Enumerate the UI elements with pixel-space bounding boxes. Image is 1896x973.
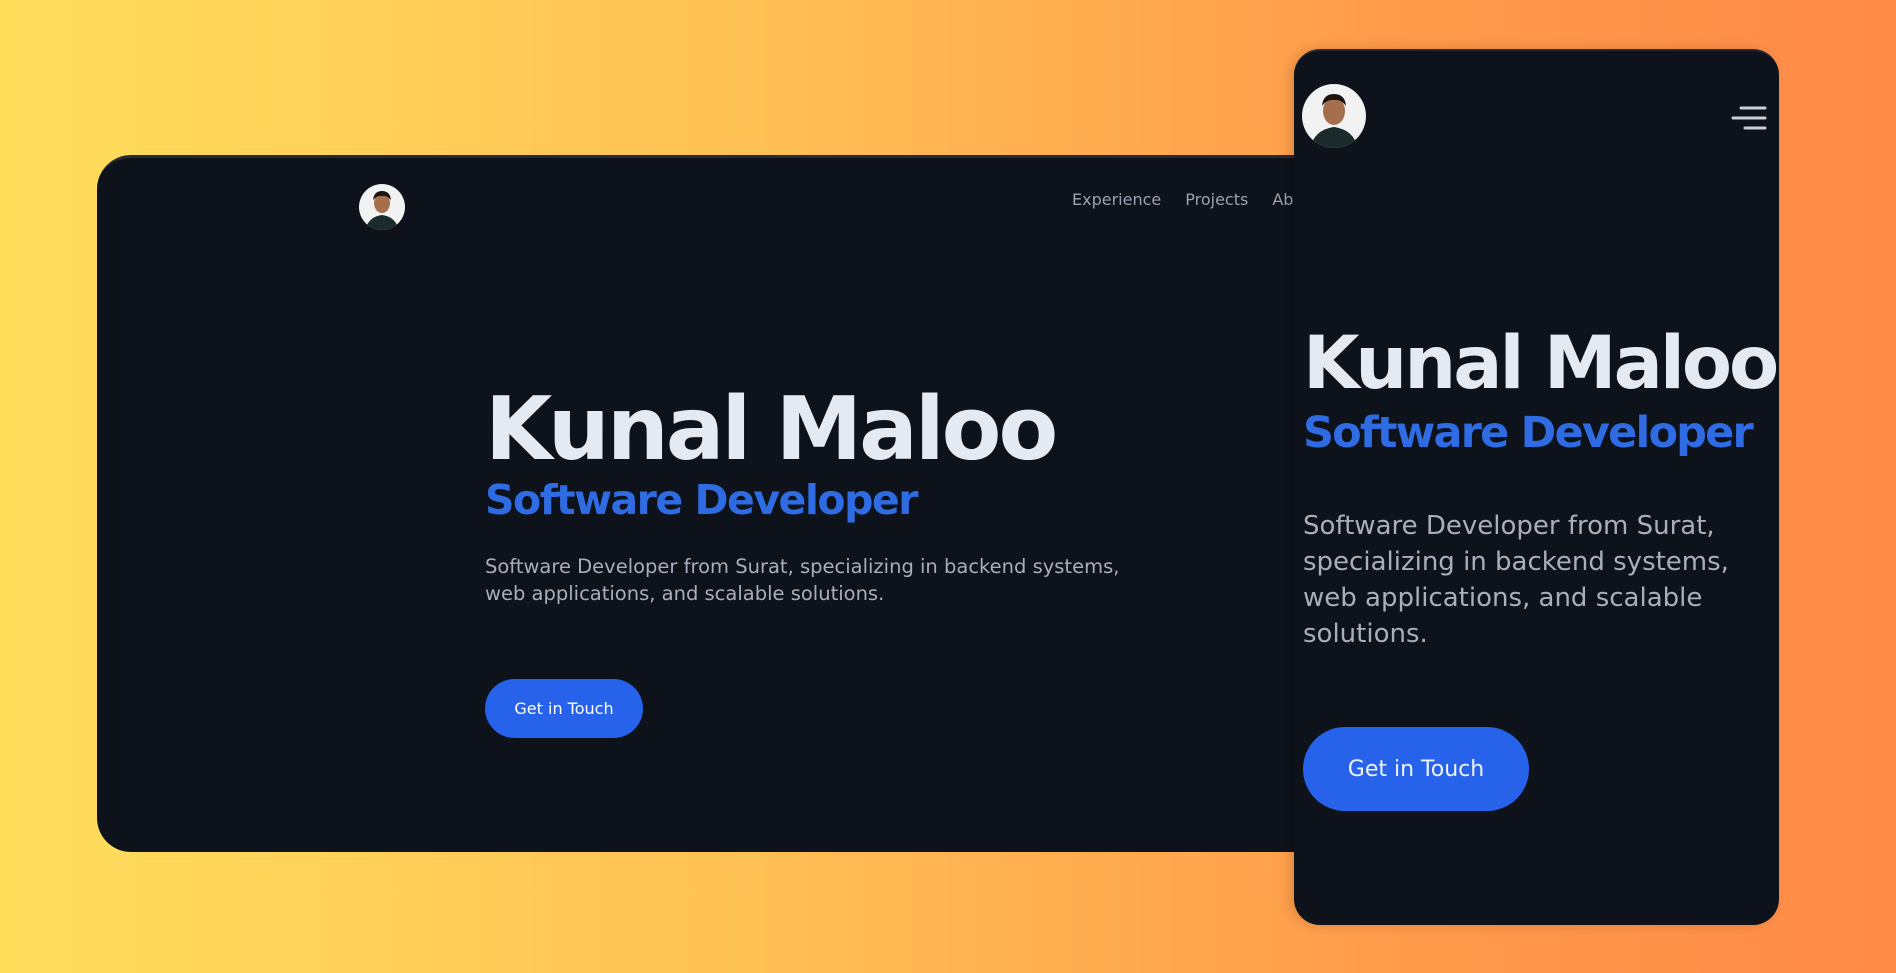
hero-section: Kunal Maloo Software Developer Software …	[1303, 321, 1779, 652]
hero-role: Software Developer	[1303, 408, 1754, 458]
get-in-touch-button[interactable]: Get in Touch	[485, 679, 643, 738]
hero-description: Software Developer from Surat, specializ…	[485, 555, 1120, 606]
hero-name: Kunal Maloo	[485, 378, 1058, 480]
hero-role: Software Developer	[485, 476, 918, 524]
mobile-preview: Kunal Maloo Software Developer Software …	[1294, 49, 1779, 925]
avatar[interactable]	[1302, 84, 1366, 148]
desktop-preview: Experience Projects About Kunal Maloo So…	[97, 155, 1347, 852]
get-in-touch-button[interactable]: Get in Touch	[1303, 727, 1529, 811]
hamburger-menu-icon[interactable]	[1731, 104, 1767, 134]
main-nav: Experience Projects About	[1072, 190, 1320, 209]
hero-name: Kunal Maloo	[1303, 321, 1779, 406]
avatar[interactable]	[359, 184, 405, 230]
nav-item-projects[interactable]: Projects	[1185, 190, 1248, 209]
profile-photo-icon	[1302, 84, 1366, 148]
hero-section: Kunal Maloo Software Developer Software …	[485, 386, 1165, 607]
profile-photo-icon	[359, 184, 405, 230]
hero-description: Software Developer from Surat, specializ…	[1303, 511, 1729, 650]
nav-item-experience[interactable]: Experience	[1072, 190, 1161, 209]
